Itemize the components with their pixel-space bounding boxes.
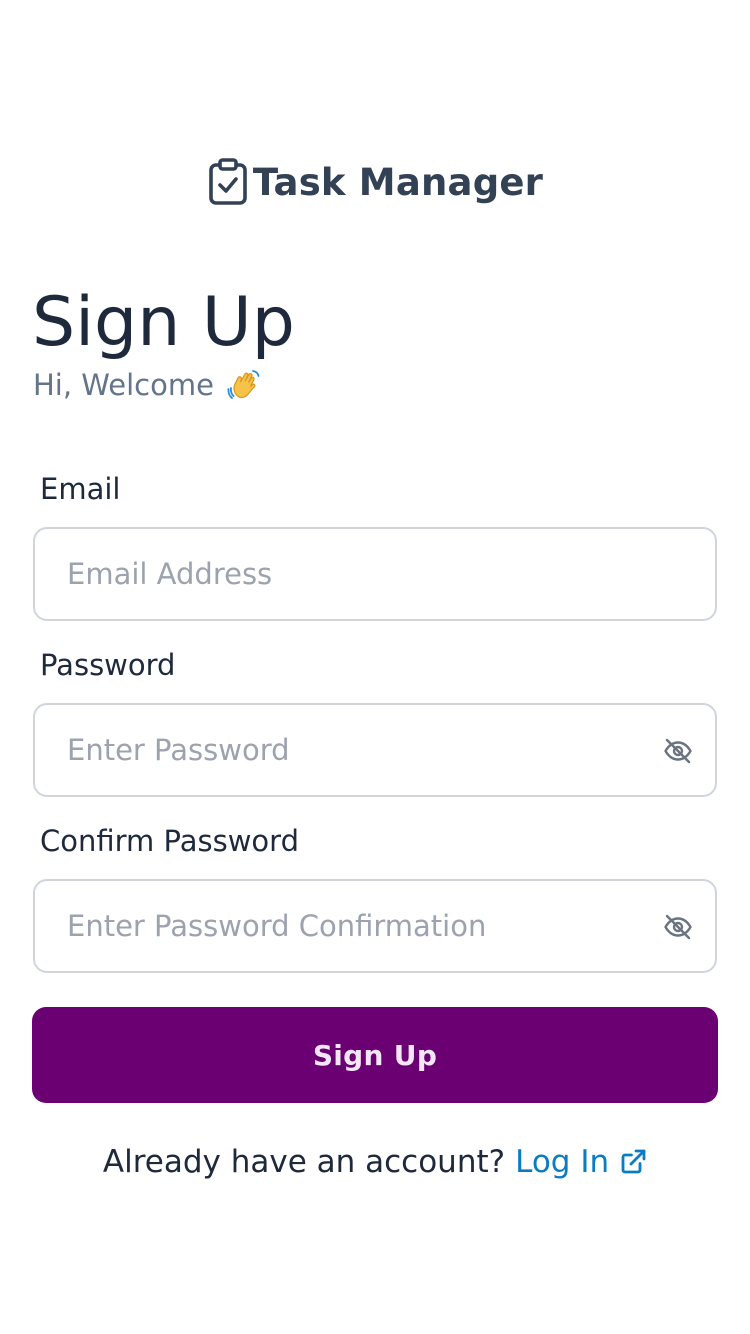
password-input[interactable] bbox=[67, 705, 647, 795]
email-field-container bbox=[33, 527, 717, 621]
signup-page: Task Manager Sign Up Hi, Welcome Email P… bbox=[0, 0, 750, 1334]
brand-header: Task Manager bbox=[0, 154, 750, 210]
waving-hand-icon bbox=[226, 367, 262, 403]
password-field-container bbox=[33, 703, 717, 797]
confirm-password-input[interactable] bbox=[67, 881, 647, 971]
page-title: Sign Up bbox=[32, 283, 295, 362]
log-in-link[interactable]: Log In bbox=[515, 1144, 647, 1180]
clipboard-check-icon bbox=[207, 158, 249, 206]
confirm-password-field-container bbox=[33, 879, 717, 973]
email-input[interactable] bbox=[67, 529, 647, 619]
confirm-password-label: Confirm Password bbox=[40, 824, 299, 858]
password-label: Password bbox=[40, 648, 176, 682]
login-prompt-text: Already have an account? bbox=[102, 1144, 506, 1180]
app-name: Task Manager bbox=[252, 160, 544, 204]
login-prompt: Already have an account? Log In bbox=[0, 1140, 750, 1184]
welcome-subtitle: Hi, Welcome bbox=[33, 366, 262, 404]
email-label: Email bbox=[40, 472, 121, 506]
external-link-icon bbox=[619, 1148, 647, 1176]
log-in-link-label: Log In bbox=[515, 1144, 610, 1180]
eye-off-icon[interactable] bbox=[663, 912, 693, 942]
sign-up-button[interactable]: Sign Up bbox=[32, 1007, 718, 1103]
eye-off-icon[interactable] bbox=[663, 736, 693, 766]
welcome-text: Hi, Welcome bbox=[33, 368, 214, 402]
